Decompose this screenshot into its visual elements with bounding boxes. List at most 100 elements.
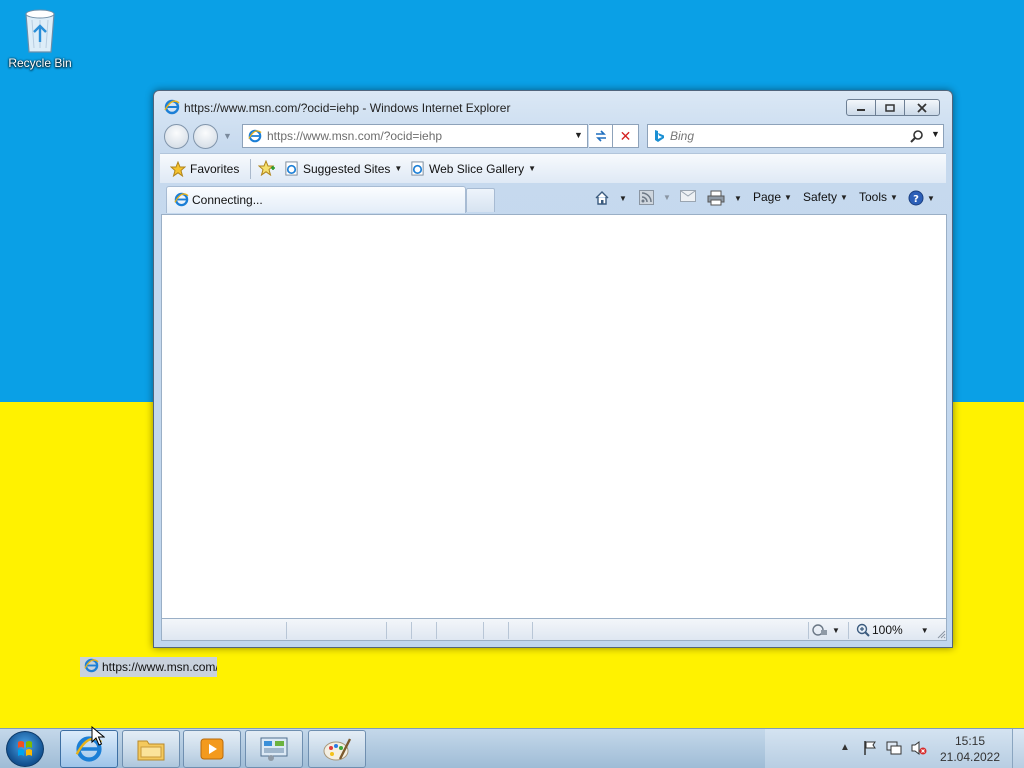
desktop-icon-recycle-bin[interactable]: Recycle Bin [6,6,74,70]
close-button[interactable] [904,99,940,116]
start-button[interactable] [6,731,44,767]
fav-web-slice-gallery[interactable]: Web Slice Gallery ▼ [410,161,536,176]
fav-suggested-sites[interactable]: Suggested Sites ▼ [284,161,402,176]
recycle-bin-icon [25,9,55,53]
printer-icon [707,190,725,206]
clock-date: 21.04.2022 [939,750,1001,764]
safety-menu-label: Safety [803,190,838,204]
dragged-link-text: https://www.msn.com/ [102,660,217,674]
taskbar-control-panel[interactable] [245,730,303,768]
tab-label: Connecting... [192,193,263,207]
page-ie-icon [248,129,262,146]
system-clock[interactable]: 15:15 21.04.2022 [928,733,1012,765]
read-mail-button[interactable] [680,190,696,202]
status-separator [508,622,509,639]
recent-pages-dropdown[interactable]: ▼ [223,131,232,141]
compat-refresh-button[interactable] [589,124,613,148]
home-icon [595,191,609,205]
window-title: https://www.msn.com/?ocid=iehp - Windows… [184,101,511,115]
chevron-down-icon: ▼ [920,625,929,635]
taskbar-windows-explorer[interactable] [122,730,180,768]
star-icon [170,161,186,177]
chevron-down-icon: ▼ [528,164,537,173]
svg-text:?: ? [913,194,919,205]
address-bar[interactable]: https://www.msn.com/?ocid=iehp [242,124,588,148]
show-hidden-icons-button[interactable]: ▲ [840,742,850,753]
status-separator [411,622,412,639]
bing-icon [653,129,665,146]
status-separator [436,622,437,639]
chevron-down-icon: ▼ [927,193,935,203]
taskbar-internet-explorer[interactable] [60,730,118,768]
protected-mode-button[interactable]: ▼ [812,623,840,637]
ie-icon [84,658,99,676]
media-player-icon [200,738,224,760]
title-bar[interactable]: https://www.msn.com/?ocid=iehp - Windows… [154,91,952,123]
add-to-favorites-icon[interactable] [257,159,276,179]
home-button[interactable]: ▼ [594,190,627,206]
address-dropdown-arrow[interactable]: ▼ [574,130,583,140]
dragged-link-ghost: https://www.msn.com/ [80,657,217,677]
print-button[interactable]: ▼ [707,190,742,206]
favorites-label: Favorites [190,162,240,176]
recycle-bin-label: Recycle Bin [8,56,72,70]
refresh-icon [595,130,606,142]
favorites-button[interactable]: Favorites [170,161,239,177]
stop-button[interactable]: ✕ [613,124,639,148]
chevron-down-icon: ▼ [734,193,742,203]
close-icon [917,102,927,113]
ie-page-icon [285,161,298,176]
taskbar-media-player[interactable] [183,730,241,768]
show-desktop-button[interactable] [1012,729,1024,768]
status-separator [532,622,533,639]
rss-feed-icon [639,190,654,205]
search-icon[interactable] [910,129,924,146]
stop-icon: ✕ [619,127,632,144]
chevron-down-icon: ▼ [840,192,848,202]
globe-lock-icon [812,624,827,636]
volume-muted-icon[interactable] [910,740,928,759]
tools-menu[interactable]: Tools ▼ [859,190,898,204]
ie-window: https://www.msn.com/?ocid=iehp - Windows… [153,90,953,648]
forward-button[interactable] [193,124,218,149]
action-center-flag-icon[interactable] [862,740,878,759]
status-separator [286,622,287,639]
status-separator [483,622,484,639]
status-separator [808,622,809,639]
zoom-level: 100% [872,623,903,637]
minimize-button[interactable] [846,99,876,116]
control-panel-icon [260,737,288,761]
ie-page-icon [411,161,424,176]
new-tab-button[interactable] [466,188,495,212]
chevron-down-icon: ▼ [890,192,898,202]
suggested-sites-label: Suggested Sites [303,161,391,176]
ie-icon [164,99,180,118]
web-slice-gallery-label: Web Slice Gallery [429,161,525,176]
chevron-down-icon: ▼ [619,193,627,203]
back-button[interactable] [164,124,189,149]
taskbar-paint[interactable] [308,730,366,768]
tab-connecting[interactable]: Connecting... [166,186,466,213]
help-button[interactable]: ? ▼ [908,190,935,206]
restore-button[interactable] [876,99,904,116]
zoom-icon [856,623,870,637]
safety-menu[interactable]: Safety ▼ [803,190,848,204]
search-box[interactable]: Bing ▼ [647,124,944,148]
page-menu[interactable]: Page ▼ [753,190,792,204]
feeds-button[interactable]: ▼ [639,190,671,205]
taskbar: ▲ 15:15 21.04.2022 [0,728,1024,768]
page-content[interactable] [161,214,947,619]
network-icon[interactable] [886,740,902,759]
folder-icon [137,740,165,761]
minimize-icon [857,108,865,111]
resize-grip-icon[interactable] [936,628,946,642]
favorites-bar: Favorites Suggested Sites ▼ Web Slice Ga… [160,153,946,183]
favorites-separator [250,159,251,179]
ie-icon [174,192,189,210]
search-options-dropdown[interactable]: ▼ [931,129,940,139]
status-separator [386,622,387,639]
page-menu-label: Page [753,190,782,204]
mouse-cursor-icon [91,725,106,749]
zoom-level-button[interactable]: 100% ▼ [856,623,929,637]
status-bar: ▼ 100% ▼ [161,619,947,641]
